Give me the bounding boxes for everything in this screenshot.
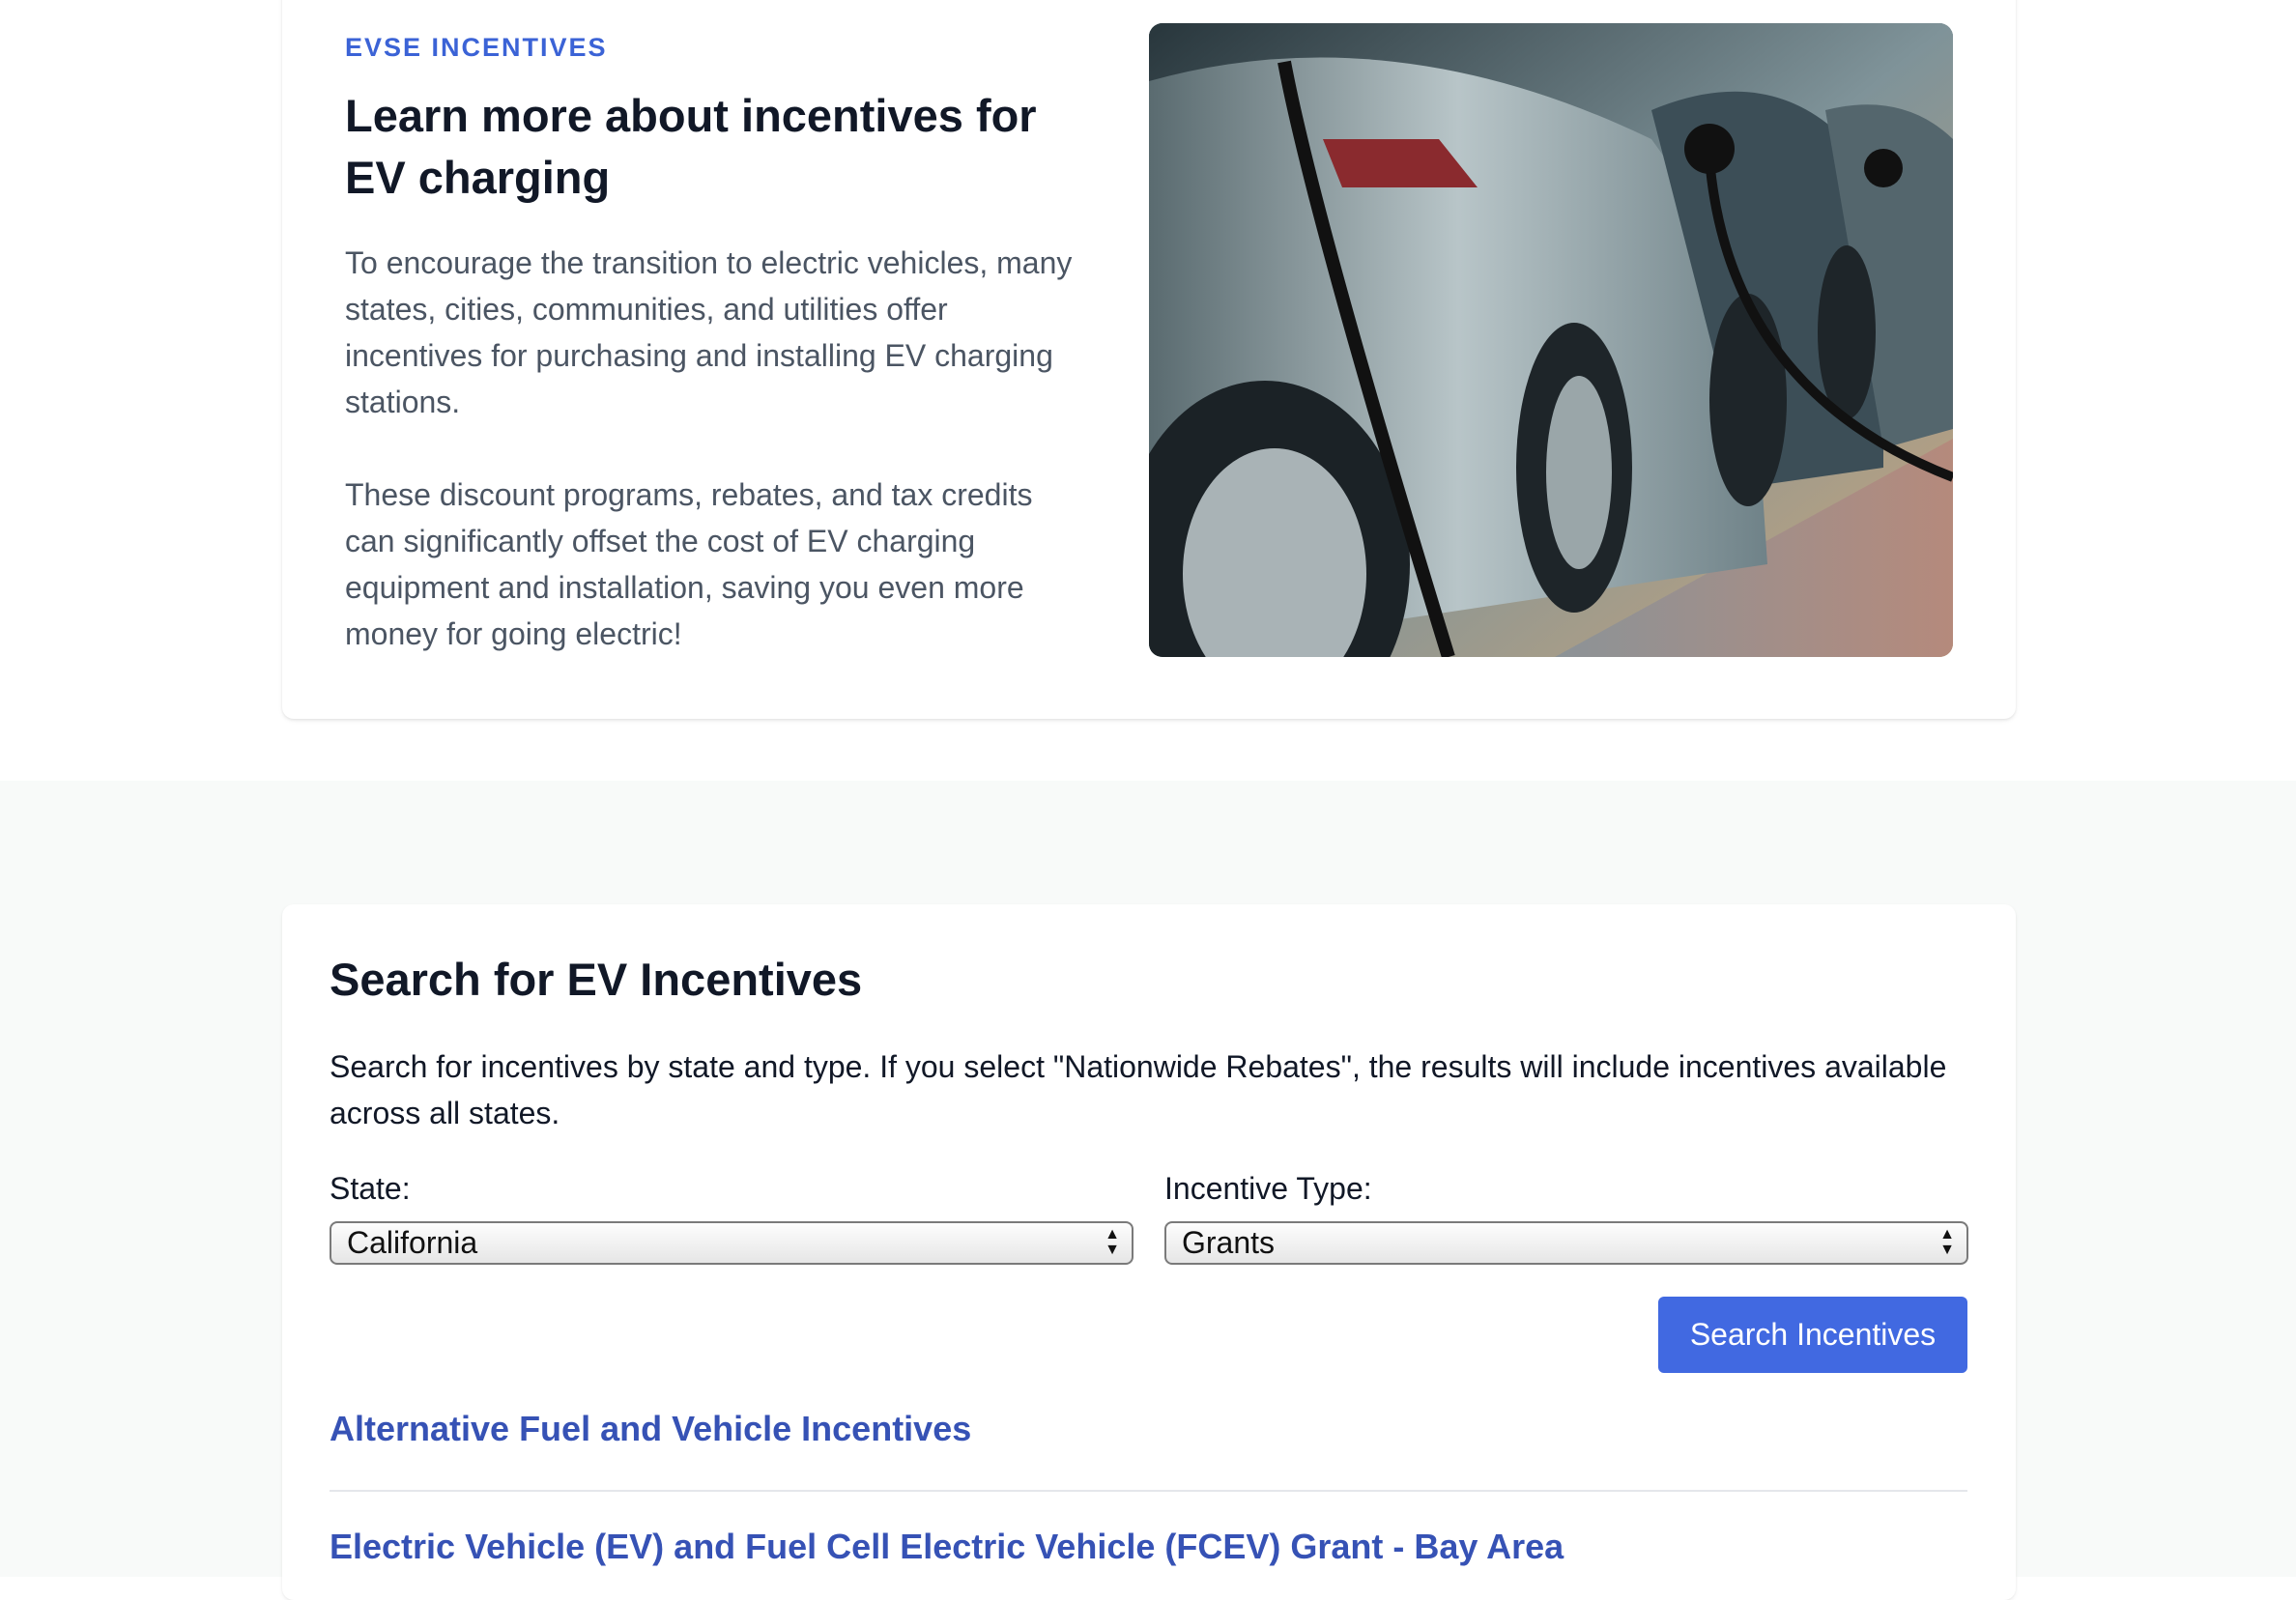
select-arrows-icon: ▲ ▼ [1939,1226,1955,1258]
state-select-value: California [347,1225,478,1260]
result-link[interactable]: Electric Vehicle (EV) and Fuel Cell Elec… [330,1527,1564,1567]
incentive-type-select[interactable]: Grants ▲ ▼ [1164,1221,1968,1265]
ev-cars-illustration [1149,23,1953,657]
hero-paragraph-1: To encourage the transition to electric … [345,245,1073,419]
search-description: Search for incentives by state and type.… [330,1049,1947,1130]
state-label: State: [330,1171,411,1206]
state-select[interactable]: California ▲ ▼ [330,1221,1134,1265]
result-link[interactable]: Alternative Fuel and Vehicle Incentives [330,1409,971,1449]
incentive-type-label: Incentive Type: [1164,1171,1372,1206]
incentive-type-select-value: Grants [1182,1225,1276,1260]
hero-title: Learn more about incentives for EV charg… [345,90,1037,203]
hero-eyebrow: EVSE INCENTIVES [345,33,608,62]
ev-charging-image [1149,23,1953,657]
result-divider [330,1490,1967,1492]
hero-paragraph-2: These discount programs, rebates, and ta… [345,477,1033,651]
search-incentives-button[interactable]: Search Incentives [1658,1297,1967,1373]
search-title: Search for EV Incentives [330,954,863,1005]
select-arrows-icon: ▲ ▼ [1105,1226,1120,1258]
